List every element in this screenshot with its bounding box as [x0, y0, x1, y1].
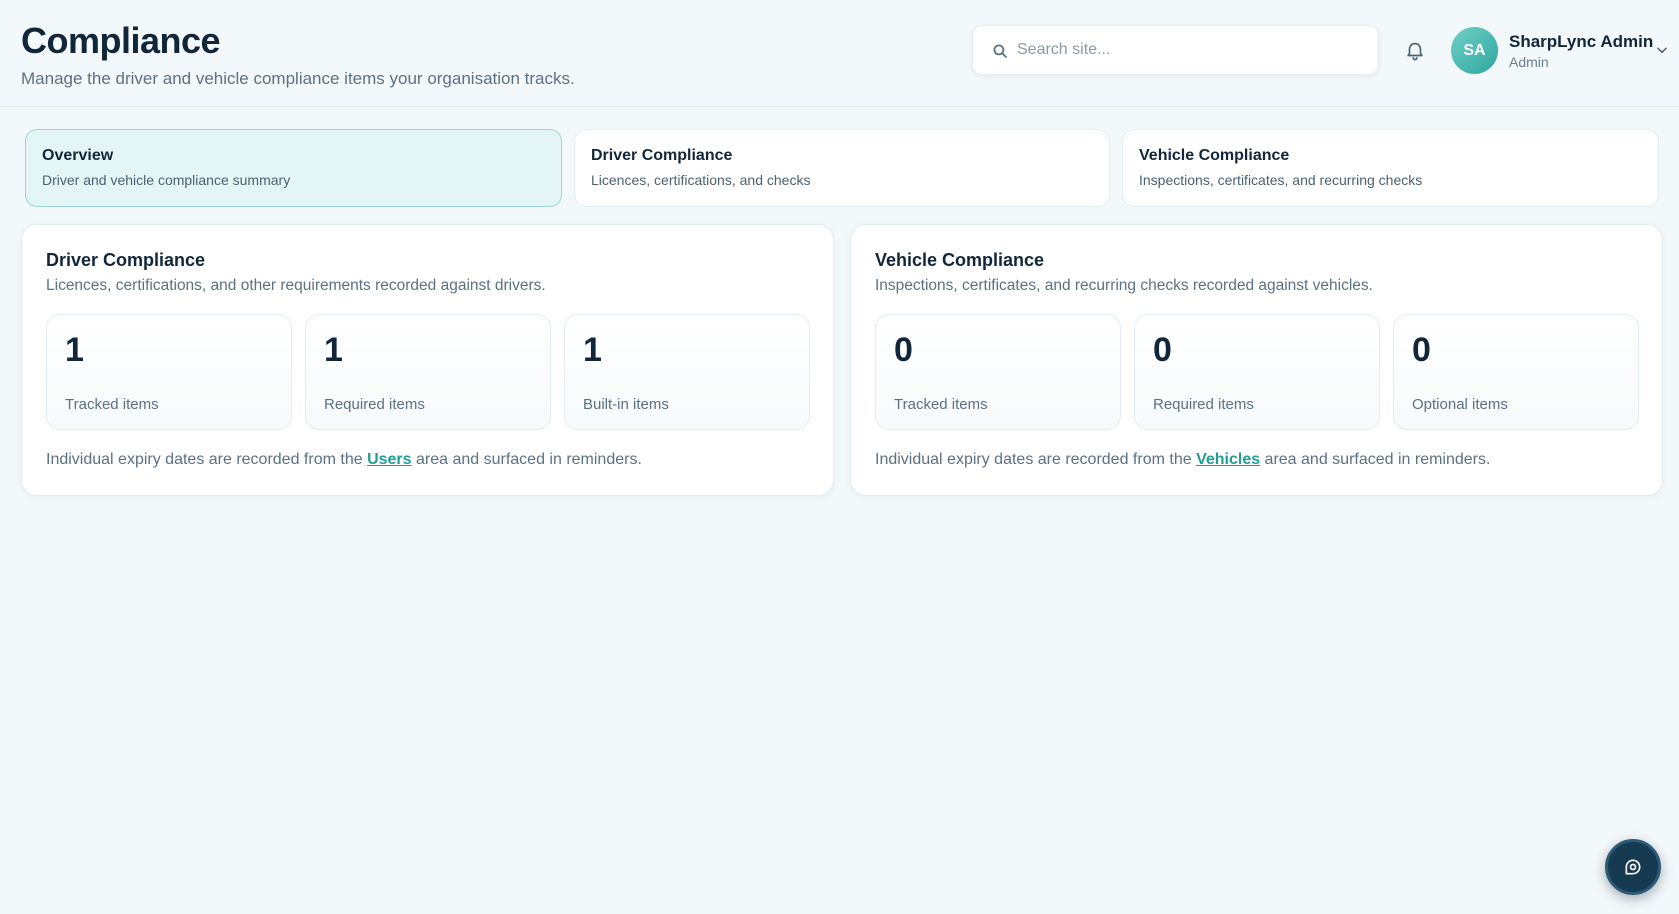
stat-label: Required items: [1153, 396, 1254, 413]
footer-text: area and surfaced in reminders.: [1260, 451, 1491, 468]
tab-description: Inspections, certificates, and recurring…: [1139, 172, 1423, 188]
card-title: Driver Compliance: [46, 250, 206, 270]
card-description: Licences, certifications, and other requ…: [46, 277, 546, 294]
stat-label: Optional items: [1412, 396, 1508, 413]
footer-text: area and surfaced in reminders.: [411, 451, 642, 468]
search-input[interactable]: [1017, 26, 1367, 74]
user-name[interactable]: SharpLync Admin: [1509, 32, 1653, 52]
stat-label: Tracked items: [894, 396, 988, 413]
user-role: Admin: [1509, 54, 1549, 70]
stat-value: 1: [65, 331, 84, 369]
card-title: Vehicle Compliance: [875, 250, 1045, 270]
vehicle-compliance-card: Vehicle Compliance Inspections, certific…: [850, 224, 1663, 496]
tab-title: Overview: [42, 147, 114, 164]
card-footer: Individual expiry dates are recorded fro…: [46, 451, 642, 469]
search-box[interactable]: [972, 25, 1379, 75]
help-chat-button[interactable]: [1605, 839, 1661, 895]
tab-title: Driver Compliance: [591, 147, 733, 164]
tab-vehicle-compliance[interactable]: Vehicle Compliance Inspections, certific…: [1122, 129, 1659, 207]
avatar[interactable]: SA: [1451, 27, 1498, 74]
page-header: Compliance Manage the driver and vehicle…: [0, 0, 1679, 107]
stat-required-items: 0 Required items: [1134, 314, 1380, 430]
stat-optional-items: 0 Optional items: [1393, 314, 1639, 430]
bell-icon[interactable]: [1404, 39, 1426, 61]
stat-label: Required items: [324, 396, 425, 413]
search-icon: [993, 44, 1007, 58]
stat-required-items: 1 Required items: [305, 314, 551, 430]
stat-value: 1: [324, 331, 343, 369]
tab-overview[interactable]: Overview Driver and vehicle compliance s…: [25, 129, 562, 207]
chevron-down-icon[interactable]: [1655, 43, 1669, 57]
stat-tracked-items: 0 Tracked items: [875, 314, 1121, 430]
users-link[interactable]: Users: [367, 451, 411, 468]
footer-text: Individual expiry dates are recorded fro…: [46, 451, 368, 468]
stat-label: Built-in items: [583, 396, 669, 413]
chat-help-icon: [1625, 859, 1641, 875]
stat-value: 1: [583, 331, 602, 369]
tab-driver-compliance[interactable]: Driver Compliance Licences, certificatio…: [574, 129, 1110, 207]
stat-tracked-items: 1 Tracked items: [46, 314, 292, 430]
card-description: Inspections, certificates, and recurring…: [875, 277, 1373, 294]
page-subtitle: Manage the driver and vehicle compliance…: [21, 69, 575, 88]
vehicles-link[interactable]: Vehicles: [1196, 451, 1260, 468]
driver-compliance-card: Driver Compliance Licences, certificatio…: [21, 224, 834, 496]
stat-value: 0: [1412, 331, 1431, 369]
stat-value: 0: [894, 331, 913, 369]
stat-label: Tracked items: [65, 396, 159, 413]
stat-built-in-items: 1 Built-in items: [564, 314, 810, 430]
tab-description: Driver and vehicle compliance summary: [42, 172, 291, 188]
stat-value: 0: [1153, 331, 1172, 369]
card-footer: Individual expiry dates are recorded fro…: [875, 451, 1490, 469]
tab-title: Vehicle Compliance: [1139, 147, 1290, 164]
tab-description: Licences, certifications, and checks: [591, 172, 811, 188]
footer-text: Individual expiry dates are recorded fro…: [875, 451, 1197, 468]
page-title: Compliance: [21, 20, 221, 61]
